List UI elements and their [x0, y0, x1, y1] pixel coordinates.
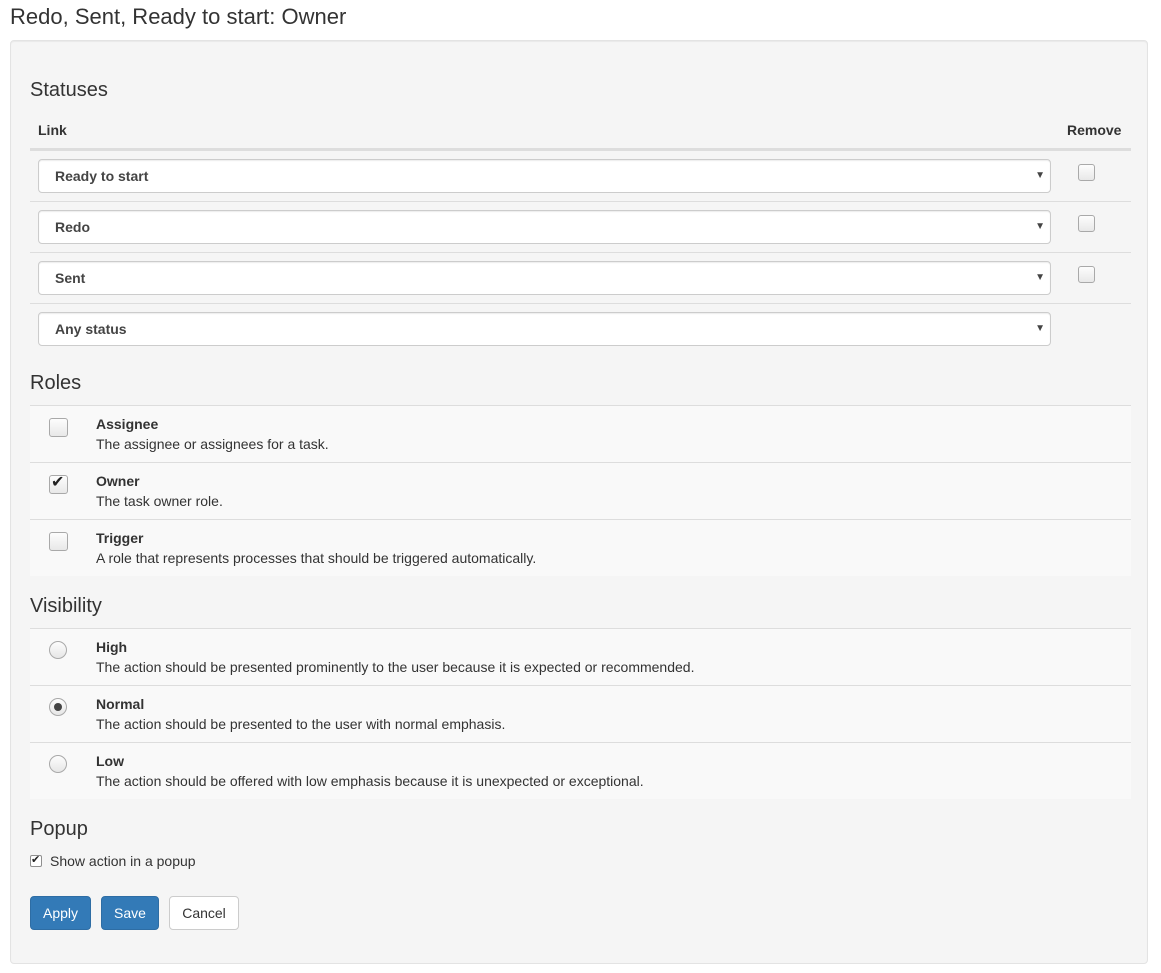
- remove-status-checkbox[interactable]: [1078, 266, 1095, 283]
- show-in-popup-checkbox[interactable]: ✔: [30, 854, 42, 867]
- chevron-down-icon: ▼: [1035, 272, 1045, 283]
- visibility-option: Normal The action should be presented to…: [30, 685, 1131, 742]
- page-title: Redo, Sent, Ready to start: Owner: [10, 4, 347, 29]
- status-row: Redo ▼: [30, 201, 1131, 252]
- visibility-name: Normal: [96, 696, 145, 712]
- popup-heading: Popup: [30, 818, 88, 840]
- status-select[interactable]: Sent ▼: [38, 261, 1051, 295]
- visibility-radio-low[interactable]: [49, 755, 67, 773]
- role-option: ✔ Owner The task owner role.: [30, 462, 1131, 519]
- save-button[interactable]: Save: [101, 896, 159, 930]
- chevron-down-icon: ▼: [1035, 323, 1045, 334]
- action-settings-panel: Statuses Link Remove Ready to start ▼ Re…: [10, 40, 1148, 964]
- status-select-value: Ready to start: [55, 168, 149, 184]
- role-checkbox-trigger[interactable]: [49, 532, 68, 551]
- statuses-heading: Statuses: [30, 79, 108, 101]
- radio-selected-dot: [54, 703, 62, 711]
- role-option: Assignee The assignee or assignees for a…: [30, 405, 1131, 462]
- status-select-value: Any status: [55, 321, 127, 337]
- role-description: A role that represents processes that sh…: [96, 550, 537, 566]
- status-row-new: Any status ▼: [30, 303, 1131, 354]
- show-in-popup-label: Show action in a popup: [50, 853, 196, 869]
- role-name: Trigger: [96, 530, 144, 546]
- visibility-name: Low: [96, 753, 124, 769]
- status-select-value: Sent: [55, 270, 86, 286]
- visibility-name: High: [96, 639, 128, 655]
- visibility-heading: Visibility: [30, 595, 102, 617]
- visibility-description: The action should be presented to the us…: [96, 716, 506, 732]
- visibility-description: The action should be presented prominent…: [96, 659, 695, 675]
- status-select-value: Redo: [55, 219, 90, 235]
- visibility-description: The action should be offered with low em…: [96, 773, 644, 789]
- visibility-option: Low The action should be offered with lo…: [30, 742, 1131, 799]
- role-name: Owner: [96, 473, 140, 489]
- role-description: The assignee or assignees for a task.: [96, 436, 329, 452]
- remove-status-checkbox[interactable]: [1078, 215, 1095, 232]
- chevron-down-icon: ▼: [1035, 170, 1045, 181]
- visibility-option: High The action should be presented prom…: [30, 628, 1131, 685]
- role-name: Assignee: [96, 416, 159, 432]
- remove-status-checkbox[interactable]: [1078, 164, 1095, 181]
- status-row: Sent ▼: [30, 252, 1131, 303]
- remove-column-header: Remove: [1067, 122, 1122, 138]
- role-checkbox-owner[interactable]: ✔: [49, 474, 68, 494]
- link-column-header: Link: [38, 122, 67, 138]
- chevron-down-icon: ▼: [1035, 221, 1045, 232]
- status-select[interactable]: Ready to start ▼: [38, 159, 1051, 193]
- status-select[interactable]: Redo ▼: [38, 210, 1051, 244]
- checkmark-icon: ✔: [31, 854, 41, 866]
- role-checkbox-assignee[interactable]: [49, 418, 68, 437]
- new-status-select[interactable]: Any status ▼: [38, 312, 1051, 346]
- roles-heading: Roles: [30, 372, 82, 394]
- role-description: The task owner role.: [96, 493, 223, 509]
- checkmark-icon: ✔: [51, 474, 65, 491]
- visibility-radio-normal[interactable]: [49, 698, 67, 716]
- cancel-button[interactable]: Cancel: [169, 896, 239, 930]
- role-option: Trigger A role that represents processes…: [30, 519, 1131, 576]
- status-row: Ready to start ▼: [30, 150, 1131, 201]
- apply-button[interactable]: Apply: [30, 896, 91, 930]
- visibility-radio-high[interactable]: [49, 641, 67, 659]
